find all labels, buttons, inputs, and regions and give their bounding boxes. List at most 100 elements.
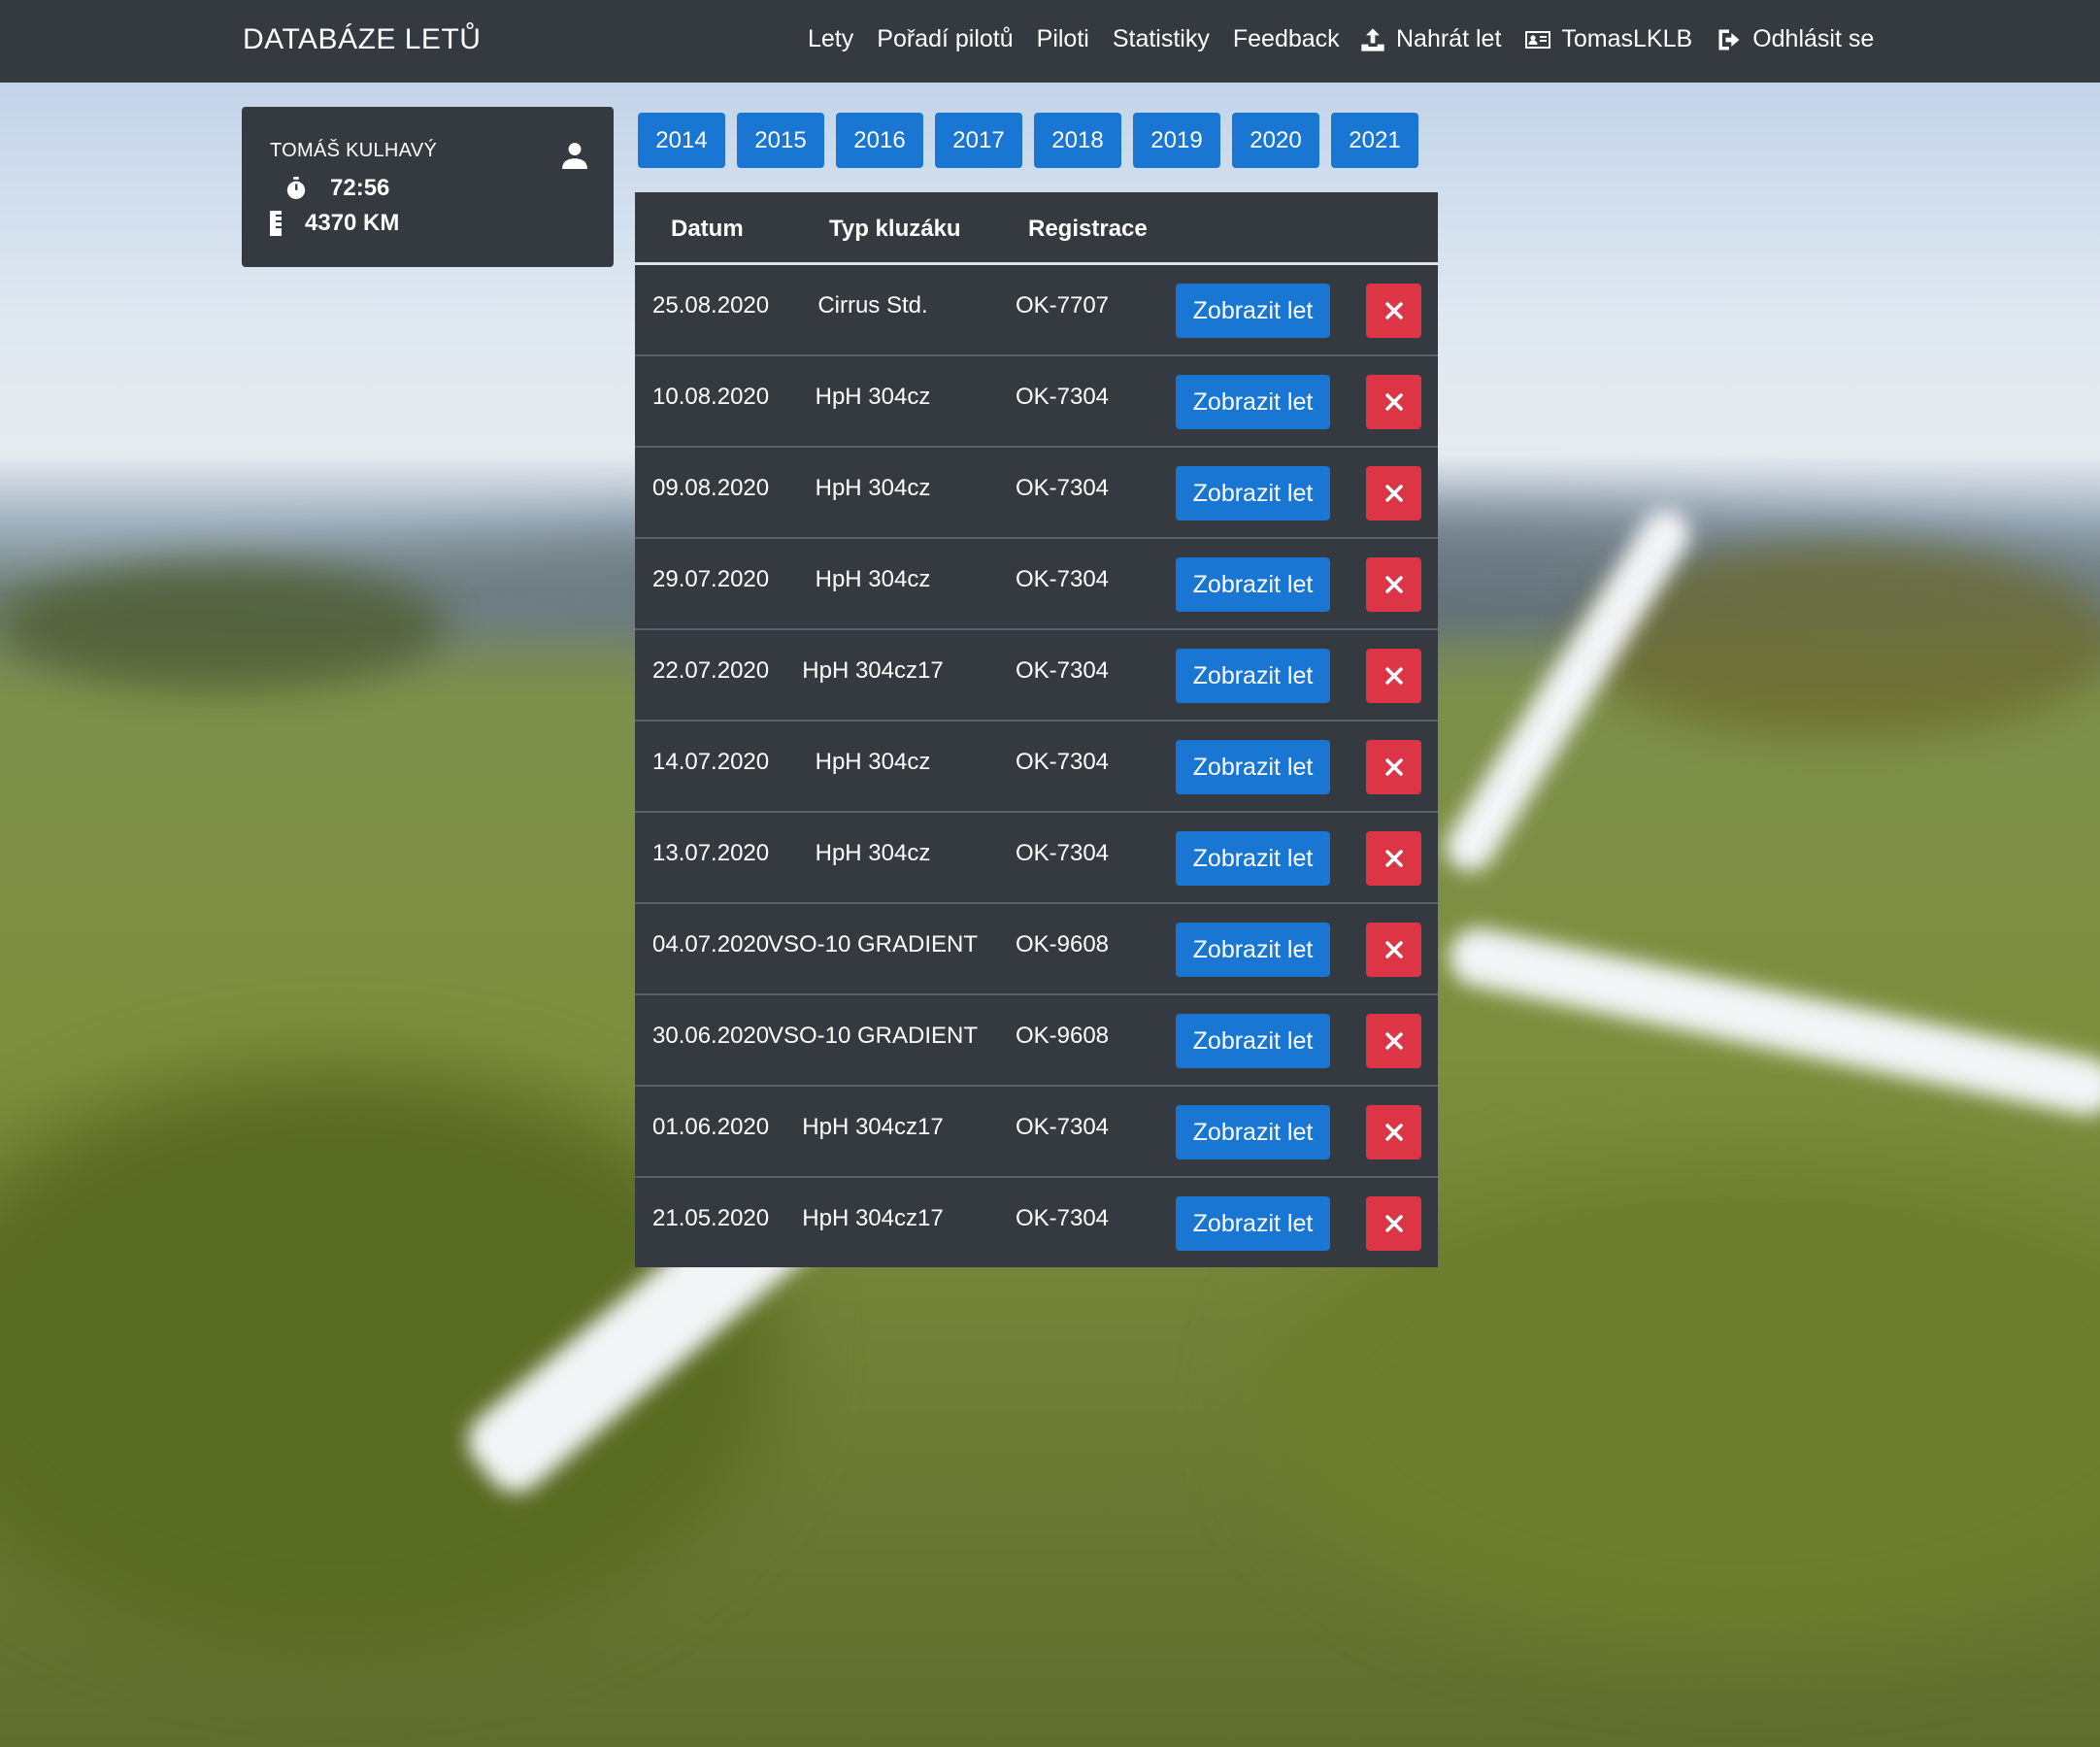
view-flight-button[interactable]: Zobrazit let bbox=[1176, 466, 1330, 521]
user-profile-link[interactable]: TomasLKLB bbox=[1524, 25, 1692, 53]
table-row: 13.07.2020 HpH 304cz OK-7304 Zobrazit le… bbox=[635, 813, 1438, 904]
nav-links: Lety Pořadí pilotů Piloti Statistiky Fee… bbox=[808, 25, 1340, 53]
flight-date: 04.07.2020 bbox=[652, 931, 770, 957]
user-icon bbox=[562, 143, 587, 169]
year-button-2018[interactable]: 2018 bbox=[1034, 113, 1121, 168]
nav-link-piloti[interactable]: Piloti bbox=[1037, 25, 1089, 53]
brand-title[interactable]: DATABÁZE LETŮ bbox=[243, 23, 481, 56]
delete-flight-button[interactable] bbox=[1366, 557, 1421, 612]
view-flight-button[interactable]: Zobrazit let bbox=[1176, 740, 1330, 794]
nav-link-statistiky[interactable]: Statistiky bbox=[1113, 25, 1210, 53]
table-row: 04.07.2020 VSO-10 GRADIENT OK-9608 Zobra… bbox=[635, 904, 1438, 995]
logout-link[interactable]: Odhlásit se bbox=[1716, 25, 1874, 53]
column-header-glider-type: Typ kluzáku bbox=[829, 216, 961, 242]
glider-registration: OK-7304 bbox=[1015, 1114, 1110, 1140]
delete-flight-button[interactable] bbox=[1366, 740, 1421, 794]
view-flight-button[interactable]: Zobrazit let bbox=[1176, 1014, 1330, 1068]
upload-icon bbox=[1361, 27, 1384, 51]
table-row: 09.08.2020 HpH 304cz OK-7304 Zobrazit le… bbox=[635, 448, 1438, 539]
glider-type: VSO-10 GRADIENT bbox=[767, 1023, 979, 1049]
background-trees-left bbox=[0, 563, 447, 689]
glider-type: HpH 304cz bbox=[815, 840, 931, 866]
glider-type: HpH 304cz bbox=[815, 749, 931, 775]
table-row: 25.08.2020 Cirrus Std. OK-7707 Zobrazit … bbox=[635, 265, 1438, 356]
upload-flight-label: Nahrát let bbox=[1396, 25, 1502, 52]
flight-date: 13.07.2020 bbox=[652, 840, 770, 866]
column-header-registration: Registrace bbox=[1028, 216, 1148, 242]
flight-date: 09.08.2020 bbox=[652, 475, 770, 501]
flight-time-stat: 72:56 bbox=[285, 175, 389, 202]
close-icon bbox=[1384, 393, 1403, 411]
year-button-2017[interactable]: 2017 bbox=[935, 113, 1022, 168]
glider-registration: OK-9608 bbox=[1015, 931, 1110, 957]
delete-flight-button[interactable] bbox=[1366, 649, 1421, 703]
table-row: 29.07.2020 HpH 304cz OK-7304 Zobrazit le… bbox=[635, 539, 1438, 630]
table-row: 14.07.2020 HpH 304cz OK-7304 Zobrazit le… bbox=[635, 722, 1438, 813]
glider-type: Cirrus Std. bbox=[817, 292, 928, 319]
glider-type: HpH 304cz bbox=[815, 475, 931, 501]
column-header-date: Datum bbox=[671, 216, 744, 242]
table-row: 10.08.2020 HpH 304cz OK-7304 Zobrazit le… bbox=[635, 356, 1438, 448]
distance-stat: 4370 KM bbox=[270, 210, 399, 237]
id-card-icon bbox=[1525, 30, 1551, 49]
flight-date: 29.07.2020 bbox=[652, 566, 770, 592]
year-button-2021[interactable]: 2021 bbox=[1331, 113, 1418, 168]
glider-type: HpH 304cz bbox=[815, 566, 931, 592]
glider-type: HpH 304cz17 bbox=[802, 1205, 944, 1231]
year-button-2016[interactable]: 2016 bbox=[836, 113, 923, 168]
nav-link-feedback[interactable]: Feedback bbox=[1233, 25, 1340, 53]
view-flight-button[interactable]: Zobrazit let bbox=[1176, 557, 1330, 612]
close-icon bbox=[1384, 1032, 1403, 1050]
background-glider-fuselage bbox=[1444, 923, 2100, 1122]
glider-registration: OK-7304 bbox=[1015, 749, 1110, 775]
view-flight-button[interactable]: Zobrazit let bbox=[1176, 923, 1330, 977]
table-row: 30.06.2020 VSO-10 GRADIENT OK-9608 Zobra… bbox=[635, 995, 1438, 1087]
delete-flight-button[interactable] bbox=[1366, 831, 1421, 886]
nav-link-lety[interactable]: Lety bbox=[808, 25, 853, 53]
glider-registration: OK-7304 bbox=[1015, 384, 1110, 410]
delete-flight-button[interactable] bbox=[1366, 375, 1421, 429]
delete-flight-button[interactable] bbox=[1366, 466, 1421, 521]
flights-table: Datum Typ kluzáku Registrace 25.08.2020 … bbox=[635, 192, 1438, 1267]
view-flight-button[interactable]: Zobrazit let bbox=[1176, 831, 1330, 886]
flight-date: 30.06.2020 bbox=[652, 1023, 770, 1049]
year-button-2020[interactable]: 2020 bbox=[1232, 113, 1319, 168]
close-icon bbox=[1384, 576, 1403, 593]
delete-flight-button[interactable] bbox=[1366, 923, 1421, 977]
nav-link-poradi-pilotu[interactable]: Pořadí pilotů bbox=[877, 25, 1013, 53]
delete-flight-button[interactable] bbox=[1366, 1105, 1421, 1159]
delete-flight-button[interactable] bbox=[1366, 284, 1421, 338]
pilot-summary-card: TOMÁŠ KULHAVÝ 72:56 4370 KM bbox=[242, 107, 614, 267]
glider-type: HpH 304cz17 bbox=[802, 1114, 944, 1140]
close-icon bbox=[1384, 758, 1403, 776]
glider-registration: OK-7304 bbox=[1015, 475, 1110, 501]
flight-date: 22.07.2020 bbox=[652, 657, 770, 684]
close-icon bbox=[1384, 941, 1403, 958]
logout-icon bbox=[1718, 29, 1740, 50]
delete-flight-button[interactable] bbox=[1366, 1014, 1421, 1068]
table-header: Datum Typ kluzáku Registrace bbox=[635, 192, 1438, 265]
view-flight-button[interactable]: Zobrazit let bbox=[1176, 1196, 1330, 1251]
year-button-2019[interactable]: 2019 bbox=[1133, 113, 1220, 168]
stopwatch-icon bbox=[286, 177, 306, 199]
view-flight-button[interactable]: Zobrazit let bbox=[1176, 284, 1330, 338]
ruler-icon bbox=[270, 211, 282, 236]
close-icon bbox=[1384, 485, 1403, 502]
view-flight-button[interactable]: Zobrazit let bbox=[1176, 375, 1330, 429]
glider-type: VSO-10 GRADIENT bbox=[767, 931, 979, 957]
glider-registration: OK-7304 bbox=[1015, 657, 1110, 684]
delete-flight-button[interactable] bbox=[1366, 1196, 1421, 1251]
glider-registration: OK-7707 bbox=[1015, 292, 1110, 319]
table-row: 21.05.2020 HpH 304cz17 OK-7304 Zobrazit … bbox=[635, 1178, 1438, 1267]
year-button-2014[interactable]: 2014 bbox=[638, 113, 725, 168]
view-flight-button[interactable]: Zobrazit let bbox=[1176, 1105, 1330, 1159]
logout-label: Odhlásit se bbox=[1752, 25, 1875, 52]
upload-flight-link[interactable]: Nahrát let bbox=[1359, 25, 1501, 53]
view-flight-button[interactable]: Zobrazit let bbox=[1176, 649, 1330, 703]
nav-user-menu: Nahrát let TomasLKLB Odhlásit se bbox=[1359, 25, 1874, 53]
flight-date: 10.08.2020 bbox=[652, 384, 770, 410]
year-button-2015[interactable]: 2015 bbox=[737, 113, 824, 168]
flight-date: 14.07.2020 bbox=[652, 749, 770, 775]
pilot-name: TOMÁŠ KULHAVÝ bbox=[270, 140, 438, 161]
glider-registration: OK-7304 bbox=[1015, 1205, 1110, 1231]
